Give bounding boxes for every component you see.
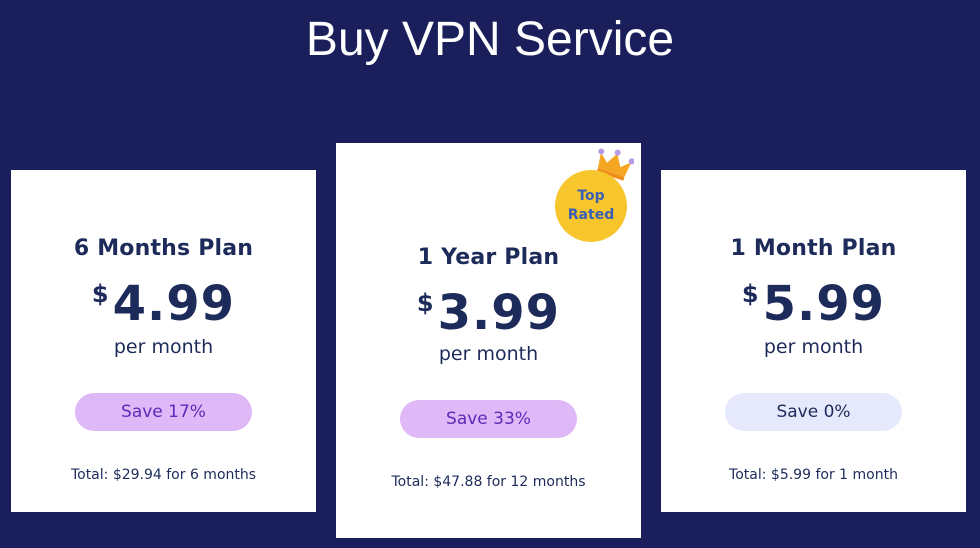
price-period: per month [113, 336, 214, 358]
total-price: Total: $29.94 for 6 months [70, 467, 257, 483]
currency-symbol: $ [91, 280, 109, 308]
price: $ 5.99 [661, 278, 966, 330]
price-period: per month [763, 336, 864, 358]
plan-card-6-months[interactable]: 6 Months Plan $ 4.99 per month Save 17% … [11, 170, 316, 512]
total-price: Total: $5.99 for 1 month [729, 467, 898, 483]
price-amount: 5.99 [762, 276, 886, 332]
top-rated-badge: Top Rated [555, 170, 627, 242]
plan-name: 1 Year Plan [417, 245, 560, 270]
plan-card-1-month[interactable]: 1 Month Plan $ 5.99 per month Save 0% To… [661, 170, 966, 512]
currency-symbol: $ [416, 289, 434, 317]
plan-card-1-year[interactable]: Top Rated 1 Year Plan $ 3.99 per month S… [336, 143, 641, 538]
save-badge: Save 17% [75, 393, 252, 431]
page-title: Buy VPN Service [305, 13, 675, 66]
save-badge: Save 33% [400, 400, 577, 438]
plan-name: 1 Month Plan [730, 236, 897, 261]
price: $ 4.99 [11, 278, 316, 330]
price: $ 3.99 [336, 287, 641, 339]
currency-symbol: $ [741, 280, 759, 308]
badge-line-rated: Rated [567, 207, 615, 223]
price-amount: 3.99 [437, 285, 561, 341]
total-price: Total: $47.88 for 12 months [391, 474, 586, 490]
price-period: per month [438, 343, 539, 365]
plan-name: 6 Months Plan [73, 236, 254, 261]
price-amount: 4.99 [112, 276, 236, 332]
save-badge: Save 0% [725, 393, 902, 431]
badge-line-top: Top [577, 188, 605, 204]
